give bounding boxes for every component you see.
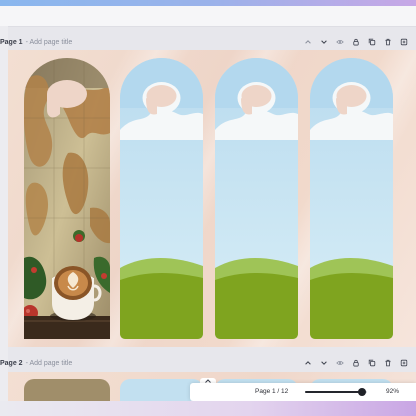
zoom-slider-fill bbox=[305, 391, 363, 393]
chevron-up-icon[interactable] bbox=[304, 38, 312, 46]
chevron-down-icon[interactable] bbox=[320, 359, 328, 367]
zoom-slider-handle[interactable] bbox=[358, 388, 367, 396]
door-hanger-blank-3[interactable] bbox=[215, 58, 298, 339]
door-hanger-map-design[interactable] bbox=[24, 58, 110, 339]
eye-icon[interactable] bbox=[336, 359, 344, 367]
add-page-icon[interactable] bbox=[400, 38, 408, 46]
lock-icon[interactable] bbox=[352, 359, 360, 367]
page-2-header: Page 2 - Add page title bbox=[0, 352, 416, 374]
editor-toolbar bbox=[0, 6, 416, 27]
page-indicator[interactable]: Page 1 / 12 bbox=[255, 388, 288, 395]
page-2-title[interactable]: Page 2 bbox=[0, 360, 23, 367]
zoom-percentage[interactable]: 92% bbox=[386, 388, 399, 395]
zoom-slider[interactable] bbox=[305, 388, 367, 396]
duplicate-icon[interactable] bbox=[368, 38, 376, 46]
page-2-add-title[interactable]: - Add page title bbox=[26, 360, 73, 367]
bottom-glow-strip bbox=[0, 401, 416, 416]
door-hanger-blank-4[interactable] bbox=[310, 58, 393, 339]
chevron-down-icon[interactable] bbox=[320, 38, 328, 46]
lock-icon[interactable] bbox=[352, 38, 360, 46]
chevron-up-icon[interactable] bbox=[304, 359, 312, 367]
trash-icon[interactable] bbox=[384, 38, 392, 46]
page-1-title[interactable]: Page 1 bbox=[0, 39, 23, 46]
page-1-canvas[interactable] bbox=[8, 50, 416, 347]
duplicate-icon[interactable] bbox=[368, 359, 376, 367]
door-hanger-blank-2[interactable] bbox=[120, 58, 203, 339]
eye-icon[interactable] bbox=[336, 38, 344, 46]
add-page-icon[interactable] bbox=[400, 359, 408, 367]
page-1-add-title[interactable]: - Add page title bbox=[26, 39, 73, 46]
footer-bar: Page 1 / 12 92% bbox=[190, 383, 416, 401]
trash-icon[interactable] bbox=[384, 359, 392, 367]
